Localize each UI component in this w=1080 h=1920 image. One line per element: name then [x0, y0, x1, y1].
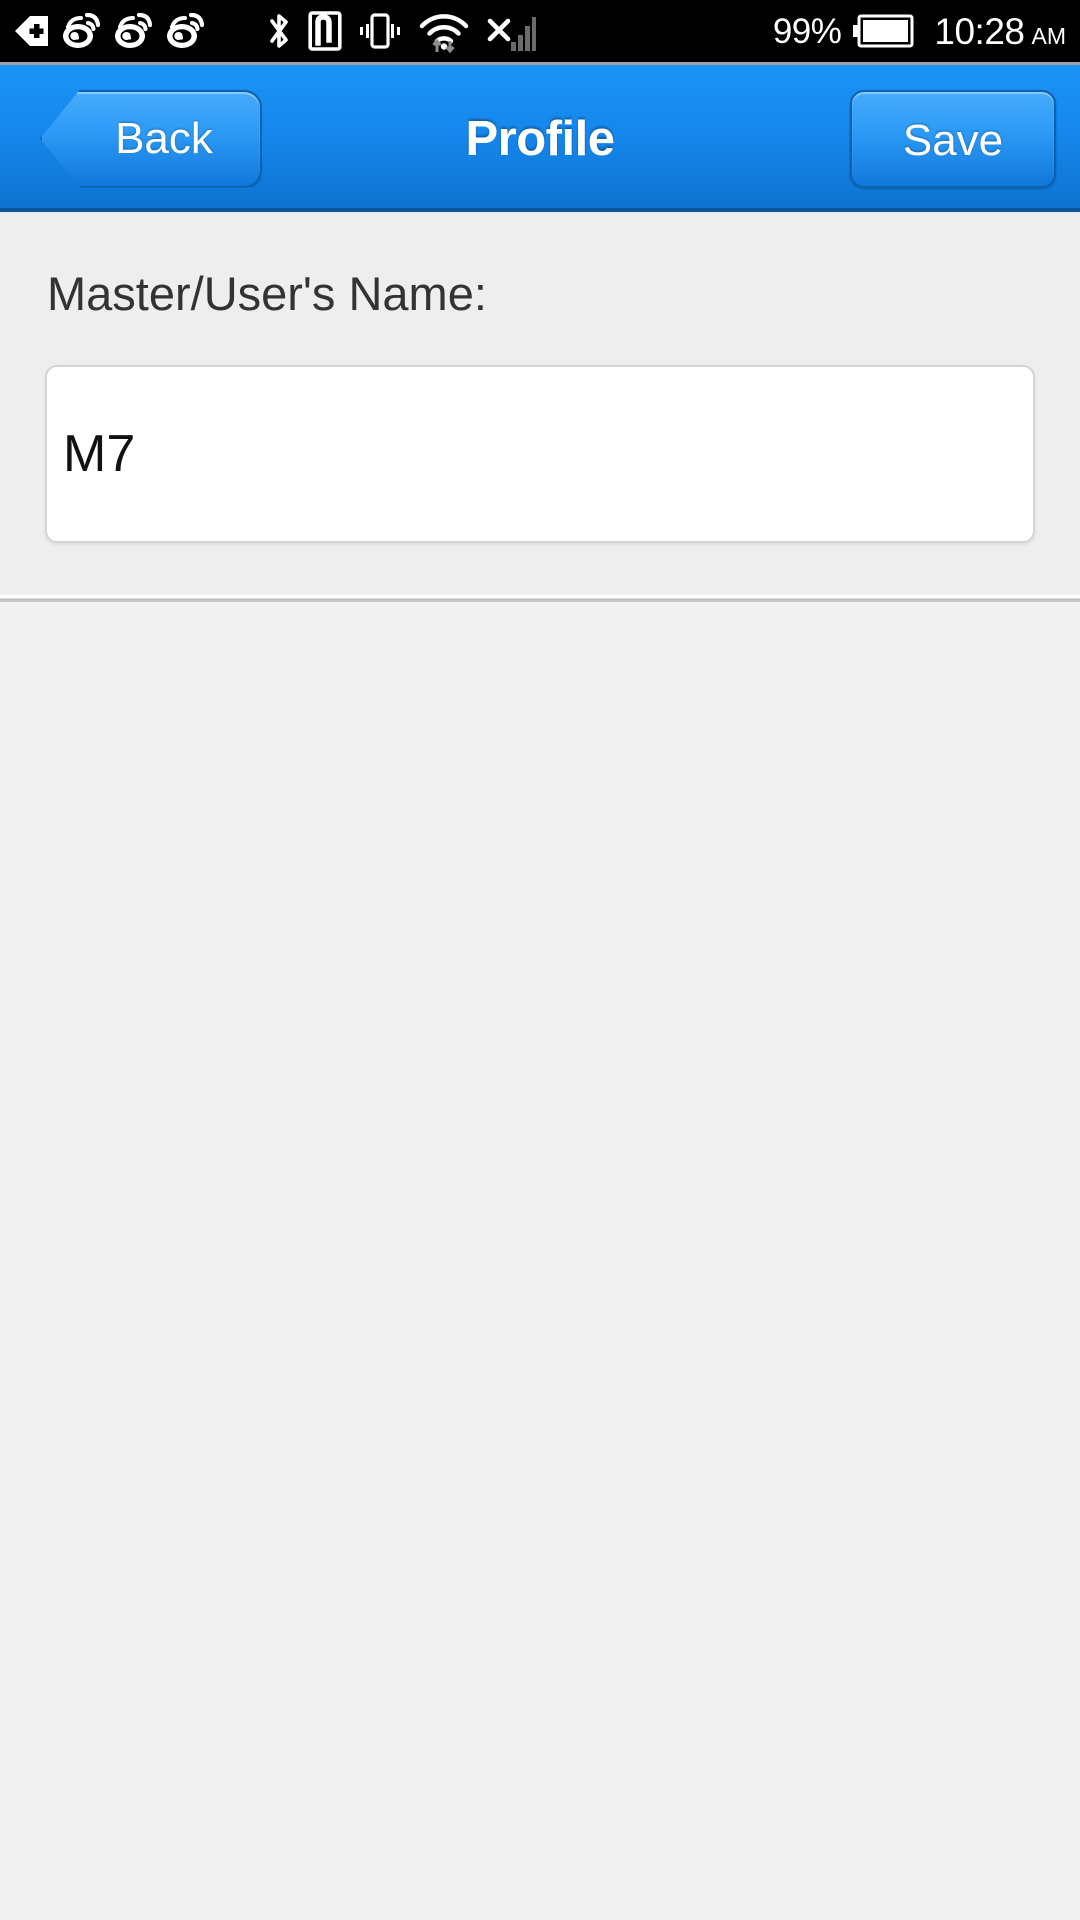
status-bar-right: 99% 10:28 AM	[773, 13, 1066, 50]
wifi-icon	[419, 14, 469, 53]
weibo-icon-2	[115, 12, 153, 48]
master-user-name-label: Master/User's Name:	[47, 267, 487, 320]
status-bar: 99% 10:28 AM	[0, 0, 1080, 62]
nfc-icon	[308, 11, 342, 51]
battery-icon	[853, 14, 914, 48]
master-user-name-field[interactable]	[45, 365, 1035, 543]
status-bar-clock: 10:28 AM	[934, 13, 1066, 50]
status-bar-notification-icons	[12, 11, 208, 51]
vibrate-icon	[360, 13, 400, 49]
master-user-name-input[interactable]	[63, 424, 1017, 484]
clock-time: 10:28	[934, 10, 1025, 52]
clock-period: AM	[1031, 22, 1067, 49]
profile-form-section: Master/User's Name:	[0, 212, 1080, 602]
bluetooth-icon	[270, 14, 288, 48]
back-button[interactable]: Back	[40, 89, 262, 188]
navigation-bar: Back Profile Save	[0, 62, 1080, 212]
app-update-icon	[15, 16, 48, 46]
save-button[interactable]: Save	[850, 89, 1056, 188]
weibo-icon-1	[63, 12, 101, 48]
save-button-label: Save	[902, 115, 1004, 165]
status-bar-system-icons	[266, 9, 536, 53]
phone-screen: 99% 10:28 AM Back Profile Save Master/Us…	[0, 0, 1080, 1920]
empty-content-area	[0, 595, 1080, 1920]
battery-percentage: 99%	[772, 11, 842, 51]
no-sim-signal-icon	[487, 17, 536, 51]
weibo-icon-3	[167, 12, 205, 48]
content-area: Master/User's Name:	[0, 212, 1080, 1920]
back-button-label: Back	[115, 113, 213, 163]
